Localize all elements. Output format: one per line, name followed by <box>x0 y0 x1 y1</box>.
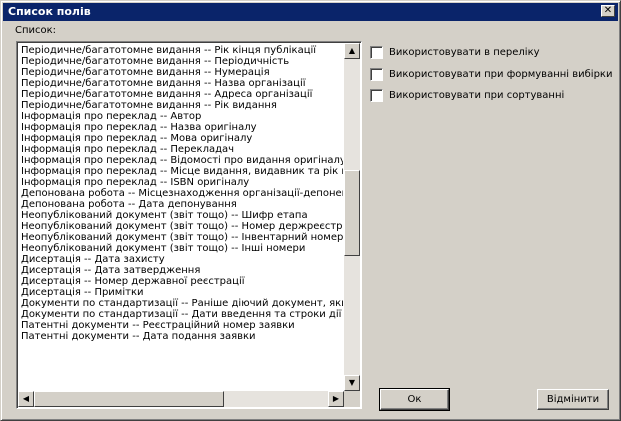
arrow-down-icon: ▼ <box>348 378 356 387</box>
scroll-right-button[interactable]: ▶ <box>328 391 344 407</box>
list-item[interactable]: Неопублікований документ (звіт тощо) -- … <box>21 232 343 243</box>
list-item[interactable]: Неопублікований документ (звіт тощо) -- … <box>21 243 343 254</box>
list-item[interactable]: Дисертація -- Дата затвердження <box>21 265 343 276</box>
ok-button[interactable]: Ок <box>379 388 450 411</box>
list-item[interactable]: Дисертація -- Примітки <box>21 287 343 298</box>
checkbox-use-in-selection[interactable] <box>370 68 383 81</box>
scrollbar-corner <box>344 391 360 407</box>
list-item[interactable]: Інформація про переклад -- Мова оригінал… <box>21 133 343 144</box>
list-item[interactable]: Патентні документи -- Дата подання заявк… <box>21 331 343 342</box>
checkbox-use-in-list[interactable] <box>370 46 383 59</box>
scroll-left-button[interactable]: ◀ <box>18 391 34 407</box>
field-listbox[interactable]: Періодичне/багатотомне видання -- Рік кі… <box>16 41 362 409</box>
horizontal-scroll-thumb[interactable] <box>34 391 224 407</box>
arrow-left-icon: ◀ <box>22 394 30 403</box>
scroll-up-button[interactable]: ▲ <box>344 43 360 59</box>
list-item[interactable]: Періодичне/багатотомне видання -- Рік кі… <box>21 45 343 56</box>
list-item[interactable]: Депонована робота -- Місцезнаходження ор… <box>21 188 343 199</box>
list-item[interactable]: Дисертація -- Дата захисту <box>21 254 343 265</box>
list-item[interactable]: Періодичне/багатотомне видання -- Назва … <box>21 78 343 89</box>
list-item[interactable]: Інформація про переклад -- Місце видання… <box>21 166 343 177</box>
scroll-down-button[interactable]: ▼ <box>344 375 360 391</box>
arrow-up-icon: ▲ <box>348 46 356 55</box>
cancel-button[interactable]: Відмінити <box>537 389 609 410</box>
list-caption: Список: <box>15 25 57 36</box>
list-item[interactable]: Інформація про переклад -- Автор <box>21 111 343 122</box>
vertical-scroll-thumb[interactable] <box>344 170 360 256</box>
option-label: Використовувати при сортуванні <box>389 90 565 101</box>
list-item[interactable]: Періодичне/багатотомне видання -- Нумера… <box>21 67 343 78</box>
dialog-window: Список полів ✕ Список: Періодичне/багато… <box>0 0 621 421</box>
list-item[interactable]: Документи по стандартизації -- Дати введ… <box>21 309 343 320</box>
list-item[interactable]: Дисертація -- Номер державної реєстрації <box>21 276 343 287</box>
list-item[interactable]: Періодичне/багатотомне видання -- Період… <box>21 56 343 67</box>
option-label: Використовувати при формуванні вибірки <box>389 69 613 80</box>
window-title: Список полів <box>8 5 91 18</box>
list-item[interactable]: Документи по стандартизації -- Раніше ді… <box>21 298 343 309</box>
list-item[interactable]: Депонована робота -- Дата депонування <box>21 199 343 210</box>
list-item[interactable]: Неопублікований документ (звіт тощо) -- … <box>21 221 343 232</box>
list-item[interactable]: Періодичне/багатотомне видання -- Адреса… <box>21 89 343 100</box>
list-item[interactable]: Інформація про переклад -- Назва оригіна… <box>21 122 343 133</box>
close-icon: ✕ <box>603 5 613 16</box>
list-item[interactable]: Інформація про переклад -- ISBN оригінал… <box>21 177 343 188</box>
list-item[interactable]: Періодичне/багатотомне видання -- Рік ви… <box>21 100 343 111</box>
list-item[interactable]: Інформація про переклад -- Перекладач <box>21 144 343 155</box>
horizontal-scrollbar[interactable]: ◀ ▶ <box>18 391 344 407</box>
list-item[interactable]: Інформація про переклад -- Відомості про… <box>21 155 343 166</box>
option-label: Використовувати в переліку <box>389 47 540 58</box>
title-bar[interactable]: Список полів ✕ <box>3 3 618 21</box>
list-item[interactable]: Патентні документи -- Реєстраційний номе… <box>21 320 343 331</box>
vertical-scrollbar[interactable]: ▲ ▼ <box>344 43 360 391</box>
checkbox-use-in-sorting[interactable] <box>370 89 383 102</box>
list-item[interactable]: Неопублікований документ (звіт тощо) -- … <box>21 210 343 221</box>
close-button[interactable]: ✕ <box>601 5 615 17</box>
list-items: Періодичне/багатотомне видання -- Рік кі… <box>21 45 343 391</box>
arrow-right-icon: ▶ <box>332 394 340 403</box>
